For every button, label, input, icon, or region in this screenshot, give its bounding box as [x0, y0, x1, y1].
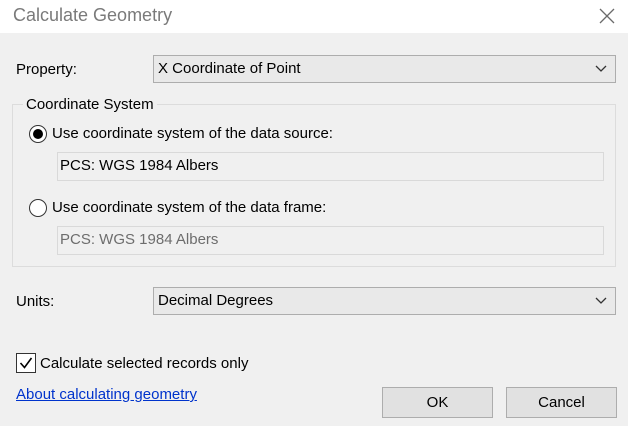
calculate-geometry-dialog: Calculate Geometry Property: X Coordinat…: [0, 0, 628, 426]
radio-data-source[interactable]: Use coordinate system of the data source…: [29, 124, 389, 146]
data-frame-coordinate-system-value: PCS: WGS 1984 Albers: [60, 231, 219, 248]
property-dropdown-value: X Coordinate of Point: [158, 60, 301, 77]
checkmark-icon: [19, 357, 33, 369]
ok-button[interactable]: OK: [382, 387, 493, 418]
property-dropdown[interactable]: X Coordinate of Point: [153, 55, 616, 83]
close-icon: [599, 8, 615, 24]
data-source-coordinate-system-field: PCS: WGS 1984 Albers: [57, 152, 604, 181]
data-source-coordinate-system-value: PCS: WGS 1984 Albers: [60, 157, 219, 174]
property-label: Property:: [16, 61, 77, 78]
radio-data-source-button[interactable]: [29, 125, 47, 143]
cancel-button[interactable]: Cancel: [506, 387, 617, 418]
coordinate-system-group-label: Coordinate System: [23, 96, 157, 113]
chevron-down-icon: [595, 65, 607, 72]
radio-data-frame-button[interactable]: [29, 199, 47, 217]
radio-data-source-label: Use coordinate system of the data source…: [52, 125, 333, 142]
units-label: Units:: [16, 293, 55, 310]
radio-selected-dot: [33, 129, 43, 139]
radio-data-frame-label: Use coordinate system of the data frame:: [52, 199, 327, 216]
selected-records-only-label: Calculate selected records only: [40, 355, 249, 372]
dialog-title: Calculate Geometry: [13, 5, 173, 25]
selected-records-only-checkbox[interactable]: [16, 353, 36, 373]
close-button[interactable]: [592, 4, 622, 28]
units-dropdown-value: Decimal Degrees: [158, 292, 274, 309]
selected-records-only-option[interactable]: Calculate selected records only: [16, 353, 266, 375]
radio-data-frame[interactable]: Use coordinate system of the data frame:: [29, 198, 389, 220]
about-calculating-geometry-link[interactable]: About calculating geometry: [16, 386, 197, 403]
data-frame-coordinate-system-field: PCS: WGS 1984 Albers: [57, 226, 604, 255]
chevron-down-icon: [595, 297, 607, 304]
title-bar: Calculate Geometry: [0, 0, 628, 33]
units-dropdown[interactable]: Decimal Degrees: [153, 287, 616, 315]
